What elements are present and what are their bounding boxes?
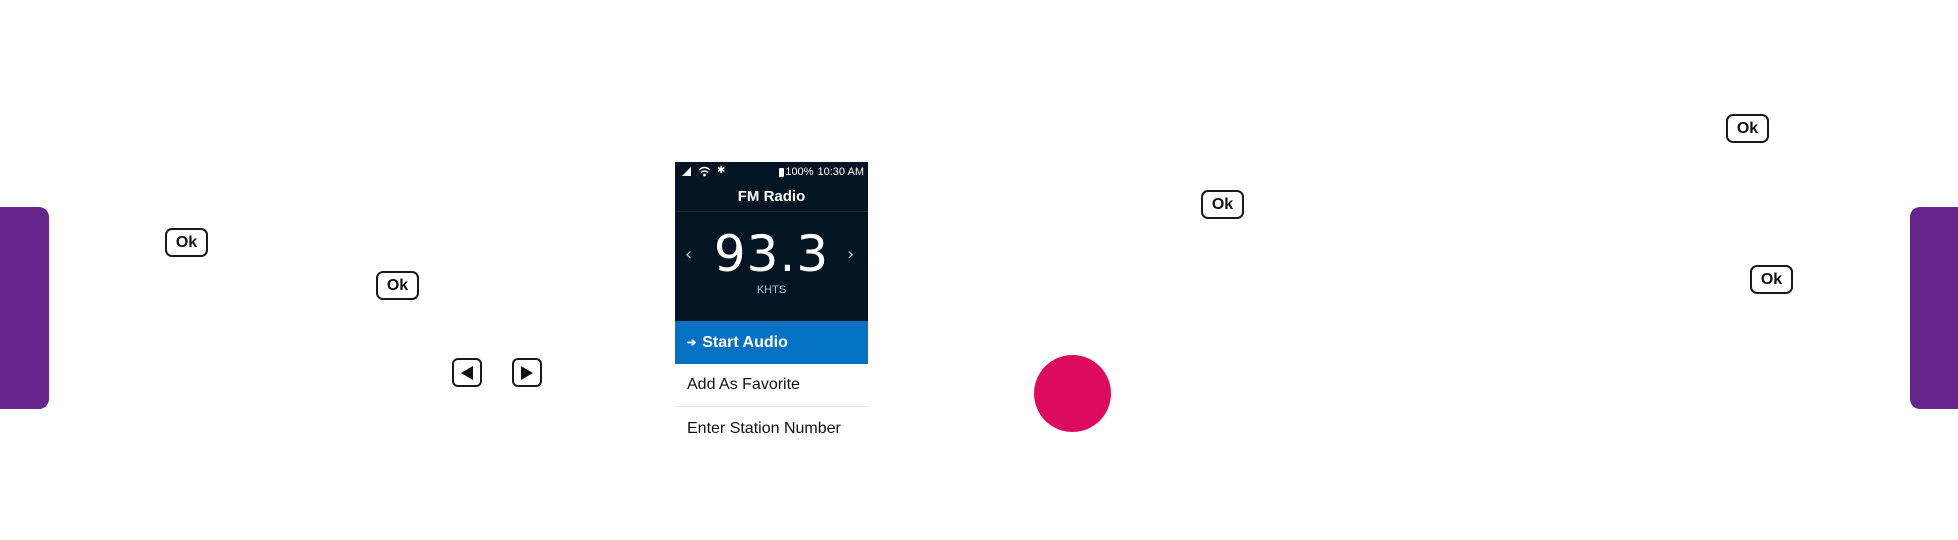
menu-item-add-as-favorite[interactable]: Add As Favorite — [675, 364, 868, 407]
tuner-panel: ‹ 93.3 › KHTS — [675, 212, 868, 321]
left-key-icon — [452, 358, 482, 387]
ok-key-icon: Ok — [376, 271, 419, 300]
right-key-icon — [512, 358, 542, 387]
menu-item-start-audio[interactable]: ➔ Start Audio — [675, 321, 868, 364]
ok-key-icon: Ok — [165, 228, 208, 257]
bluetooth-icon: ✱ — [717, 165, 726, 176]
battery-indicator: 100% — [779, 166, 814, 178]
selection-arrow-icon: ➔ — [687, 336, 697, 349]
frequency-display: 93.3 — [713, 225, 830, 283]
menu-item-label: Add As Favorite — [687, 376, 800, 393]
wifi-icon — [698, 166, 711, 177]
menu-item-enter-station-number[interactable]: Enter Station Number — [675, 407, 868, 450]
station-name: KHTS — [756, 284, 787, 296]
ok-key-icon: Ok — [1726, 114, 1769, 143]
pink-circle — [1034, 355, 1111, 432]
ok-key-icon: Ok — [1750, 265, 1793, 294]
right-triangle-icon — [521, 365, 533, 380]
battery-level: 100% — [785, 166, 814, 178]
menu-item-label: Start Audio — [702, 333, 788, 351]
status-bar: ✱ 100% 10:30 AM — [675, 162, 868, 182]
right-edge-tab — [1910, 207, 1958, 409]
left-triangle-icon — [461, 365, 473, 380]
battery-icon — [779, 167, 785, 177]
chevron-right-icon[interactable]: › — [847, 245, 854, 265]
ok-key-icon: Ok — [1201, 190, 1244, 219]
phone-screen: ✱ 100% 10:30 AM FM Radio ‹ 93.3 › KHTS ➔… — [675, 162, 868, 454]
ok-key-label: Ok — [386, 276, 409, 294]
left-edge-tab — [0, 207, 49, 409]
signal-icon — [682, 167, 691, 176]
ok-key-label: Ok — [1211, 195, 1234, 213]
ok-key-label: Ok — [1736, 119, 1759, 137]
menu-item-label: Enter Station Number — [687, 419, 841, 437]
ok-key-label: Ok — [1760, 270, 1783, 288]
clock: 10:30 AM — [817, 166, 864, 178]
app-title: FM Radio — [675, 182, 868, 212]
ok-key-label: Ok — [175, 233, 198, 251]
